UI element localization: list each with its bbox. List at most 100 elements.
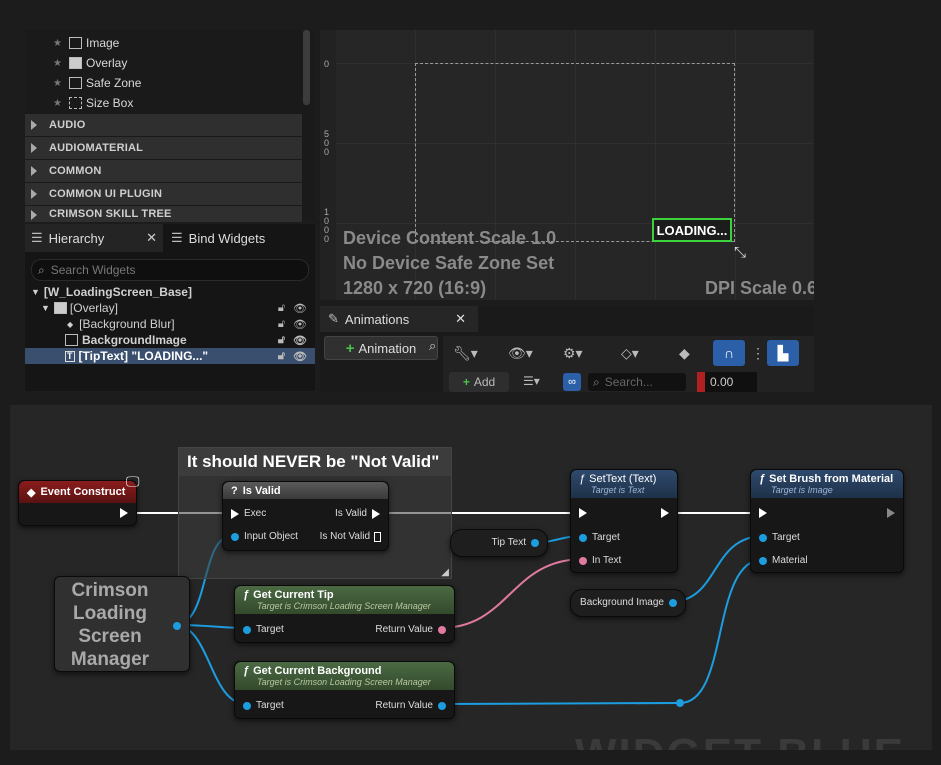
- resize-grip-icon[interactable]: ◢: [441, 567, 449, 578]
- target-pin[interactable]: Target: [579, 532, 620, 543]
- gear-icon[interactable]: ⚙︎▾: [563, 340, 583, 366]
- exec-out-pin[interactable]: [887, 508, 895, 518]
- key-icon[interactable]: ◆: [679, 340, 690, 366]
- track-search-input[interactable]: ⌕ Search...: [588, 373, 686, 391]
- background-image-variable[interactable]: Background Image: [570, 589, 686, 617]
- exec-pin-icon: [372, 508, 380, 519]
- favorite-star-icon[interactable]: ★: [53, 38, 65, 49]
- in-text-pin[interactable]: In Text: [579, 555, 621, 566]
- exec-in-pin[interactable]: [579, 508, 587, 518]
- comment-title[interactable]: It should NEVER be "Not Valid": [179, 448, 451, 476]
- tree-row-background-blur[interactable]: ◆ [Background Blur] 🔓︎ 👁︎: [25, 316, 315, 332]
- eye-icon[interactable]: 👁︎: [293, 318, 307, 331]
- category-crimson-skill-tree[interactable]: CRIMSON SKILL TREE: [25, 206, 302, 222]
- more-icon[interactable]: ⋮: [751, 340, 765, 366]
- tree-row-overlay[interactable]: ▼ [Overlay] 🔓︎ 👁︎: [25, 300, 315, 316]
- search-widgets-input[interactable]: ⌕ Search Widgets: [31, 259, 309, 281]
- exec-in-pin[interactable]: [759, 508, 767, 518]
- lock-icon[interactable]: 🔓︎: [278, 302, 285, 315]
- time-display[interactable]: 0.00: [697, 372, 757, 392]
- link-icon[interactable]: ∞: [563, 373, 581, 391]
- text-pin-icon: [438, 625, 446, 634]
- wrench-icon[interactable]: 🔧︎▾: [453, 340, 478, 366]
- is-valid-header[interactable]: ? Is Valid: [223, 482, 388, 499]
- resize-handle-icon[interactable]: ⤡: [734, 244, 746, 261]
- collapse-arrow-icon[interactable]: ▼: [31, 287, 40, 297]
- ruler-mark: 5 0 0: [324, 129, 330, 157]
- eye-icon[interactable]: 👁︎: [293, 350, 307, 363]
- exec-out-pin[interactable]: [661, 508, 669, 518]
- tab-bind-widgets[interactable]: ☰ Bind Widgets: [171, 224, 315, 252]
- playhead-marker[interactable]: [697, 372, 705, 392]
- palette-item-size-box[interactable]: ★ Size Box: [53, 93, 133, 113]
- exec-in-pin[interactable]: Exec: [231, 508, 266, 519]
- designer-viewport[interactable]: 0 5 0 0 1 0 0 0 LOADING... ⤡ Device Cont…: [320, 30, 814, 300]
- crimson-manager-node[interactable]: Crimson Loading Screen Manager: [54, 576, 190, 672]
- search-icon[interactable]: ⌕: [429, 338, 436, 354]
- tip-text-variable[interactable]: Tip Text: [450, 529, 548, 557]
- lock-icon[interactable]: 🔓︎: [278, 334, 285, 347]
- exec-out-pin[interactable]: [120, 508, 128, 518]
- tree-row-tip-text[interactable]: T [TipText] "LOADING..." 🔓︎ 👁︎: [25, 348, 315, 364]
- tree-row-background-image[interactable]: BackgroundImage 🔓︎ 👁︎: [25, 332, 315, 348]
- event-graph[interactable]: It should NEVER be "Not Valid" ◢ ◆ Event…: [10, 405, 932, 750]
- add-animation-button[interactable]: + Animation: [324, 336, 438, 360]
- category-audio[interactable]: AUDIO: [25, 114, 302, 136]
- snap-icon[interactable]: ▙: [767, 340, 799, 366]
- input-object-pin[interactable]: Input Object: [231, 531, 298, 542]
- background-image-out-pin[interactable]: Background Image: [580, 597, 677, 608]
- target-pin[interactable]: Target: [243, 624, 284, 635]
- close-icon[interactable]: ✕: [455, 311, 466, 327]
- return-value-pin[interactable]: Return Value: [375, 700, 446, 711]
- tip-text-out-pin[interactable]: Tip Text: [492, 537, 539, 548]
- material-pin[interactable]: Material: [759, 555, 808, 566]
- tree-row-root[interactable]: ▼ [W_LoadingScreen_Base]: [25, 284, 315, 300]
- palette-item-image[interactable]: ★ Image: [53, 33, 119, 53]
- get-current-tip-node[interactable]: ƒ Get Current Tip Target is Crimson Loadi…: [234, 585, 455, 643]
- category-audiomaterial[interactable]: AUDIOMATERIAL: [25, 137, 302, 159]
- image-icon: [65, 334, 78, 346]
- filter-icon[interactable]: ☰▾: [523, 374, 540, 388]
- is-not-valid-pin[interactable]: Is Not Valid: [320, 531, 381, 542]
- expand-arrow-icon: [31, 143, 37, 153]
- collapse-arrow-icon[interactable]: ▼: [41, 303, 50, 313]
- favorite-star-icon[interactable]: ★: [53, 98, 65, 109]
- lock-icon[interactable]: 🔓︎: [278, 350, 285, 363]
- event-construct-header[interactable]: ◆ Event Construct: [19, 481, 136, 503]
- set-brush-node[interactable]: ƒ Set Brush from Material Target is Image…: [750, 469, 904, 573]
- get-current-background-header[interactable]: ƒ Get Current Background Target is Crimso…: [235, 662, 454, 690]
- bullet-icon: ◆: [67, 319, 74, 329]
- add-track-button[interactable]: + Add: [449, 372, 509, 392]
- category-common[interactable]: COMMON: [25, 160, 302, 182]
- is-valid-pin[interactable]: Is Valid: [335, 508, 380, 519]
- palette-scrollbar[interactable]: [303, 30, 310, 105]
- return-value-pin[interactable]: Return Value: [375, 624, 446, 635]
- set-text-header[interactable]: ƒ SetText (Text) Target is Text: [571, 470, 677, 498]
- target-pin[interactable]: Target: [243, 700, 284, 711]
- tab-animations[interactable]: ✎ Animations ✕: [320, 306, 478, 332]
- eye-icon[interactable]: 👁︎▾: [508, 340, 533, 366]
- category-common-ui-plugin[interactable]: COMMON UI PLUGIN: [25, 183, 302, 205]
- eye-icon[interactable]: 👁︎: [293, 302, 307, 315]
- close-icon[interactable]: ✕: [146, 230, 157, 246]
- is-valid-node[interactable]: ? Is Valid Exec Is Valid Input Object Is…: [222, 481, 389, 551]
- keyframe-icon[interactable]: ◇▾: [621, 340, 639, 366]
- tab-hierarchy[interactable]: ☰ Hierarchy ✕: [25, 224, 163, 252]
- set-brush-header[interactable]: ƒ Set Brush from Material Target is Image: [751, 470, 903, 498]
- set-text-node[interactable]: ƒ SetText (Text) Target is Text Target In…: [570, 469, 678, 573]
- favorite-star-icon[interactable]: ★: [53, 78, 65, 89]
- event-construct-node[interactable]: ◆ Event Construct: [18, 480, 137, 526]
- ruler-mark: 0: [324, 59, 330, 69]
- palette-item-overlay[interactable]: ★ Overlay: [53, 53, 127, 73]
- manager-out-pin[interactable]: [173, 619, 181, 633]
- object-pin-icon: [579, 533, 587, 542]
- magnet-icon[interactable]: ∩: [713, 340, 745, 366]
- eye-icon[interactable]: 👁︎: [293, 334, 307, 347]
- target-pin[interactable]: Target: [759, 532, 800, 543]
- favorite-star-icon[interactable]: ★: [53, 58, 65, 69]
- get-current-background-node[interactable]: ƒ Get Current Background Target is Crimso…: [234, 661, 455, 719]
- lock-icon[interactable]: 🔓︎: [278, 318, 285, 331]
- get-current-tip-header[interactable]: ƒ Get Current Tip Target is Crimson Loadi…: [235, 586, 454, 614]
- palette-item-safe-zone[interactable]: ★ Safe Zone: [53, 73, 141, 93]
- loading-text-widget[interactable]: LOADING...: [652, 218, 732, 242]
